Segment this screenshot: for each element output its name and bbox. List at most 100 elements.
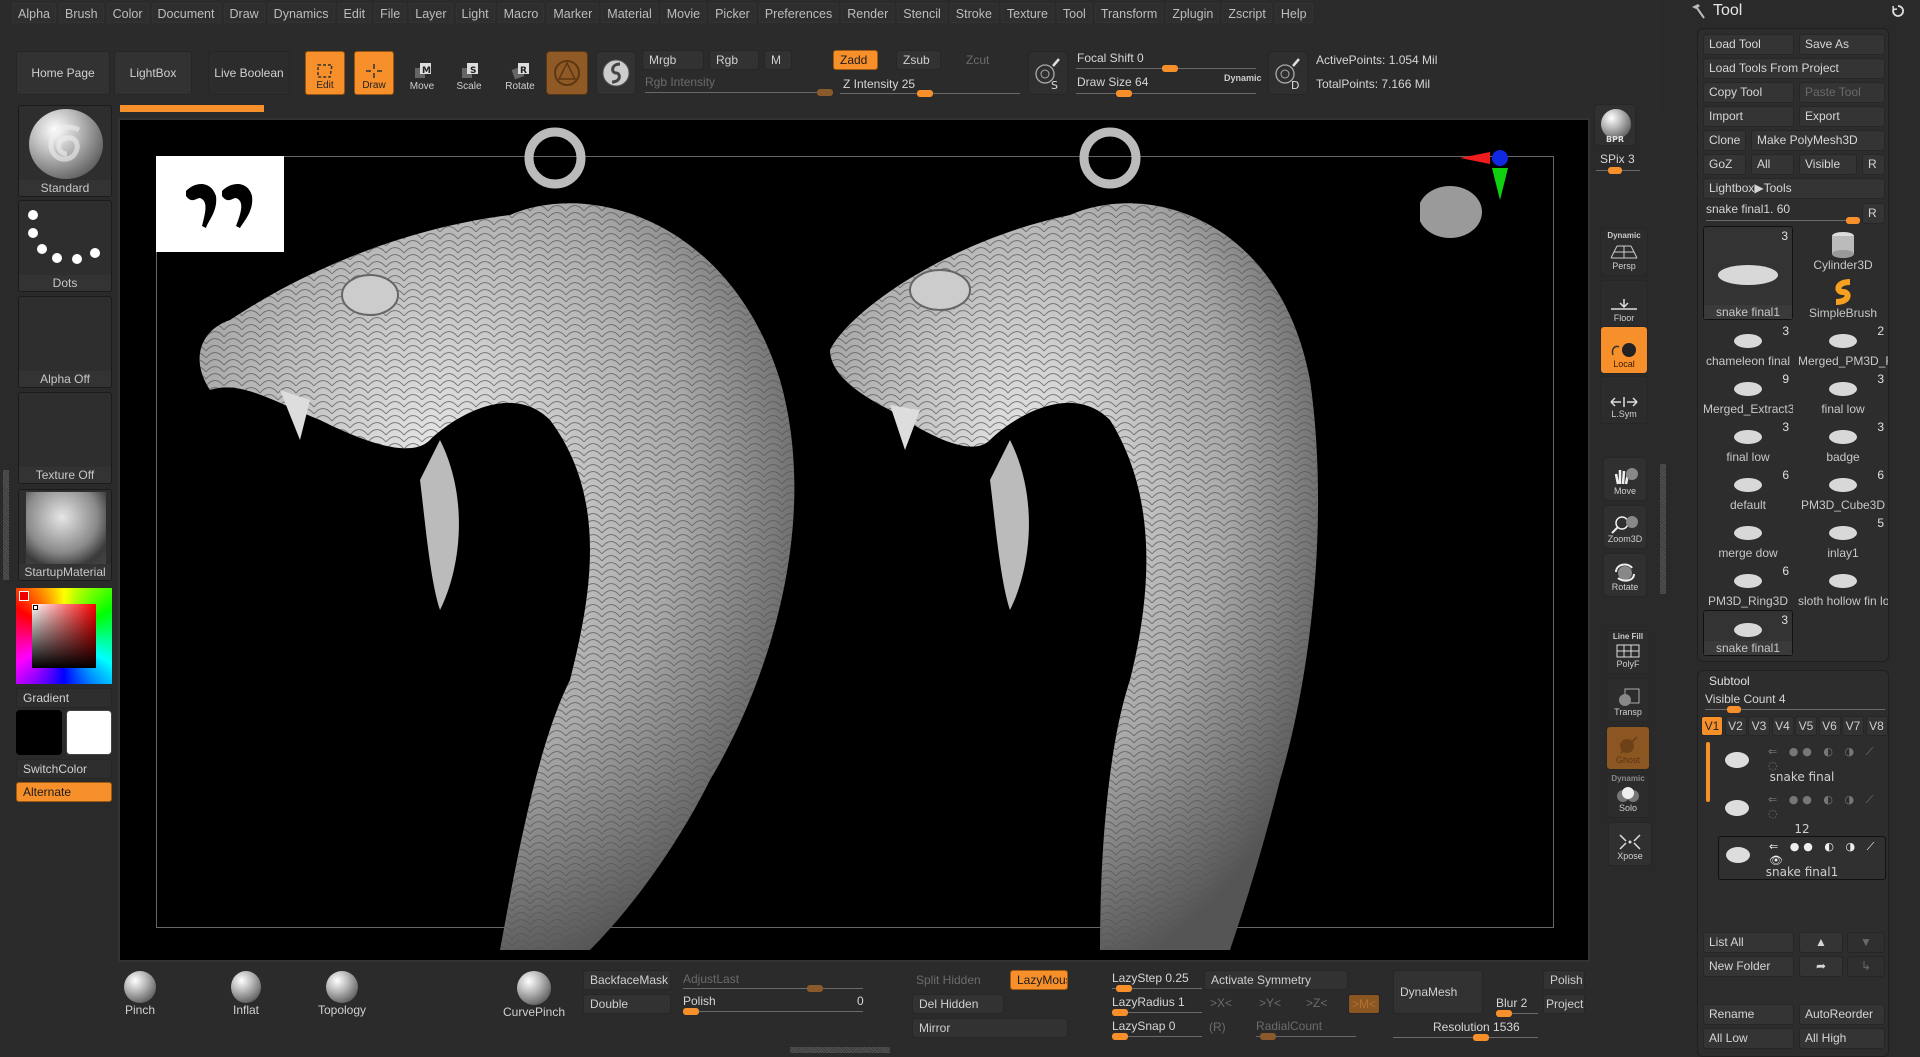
symmetry-z-button[interactable]: >Z< <box>1306 996 1327 1010</box>
visibility-tab-v6[interactable]: V6 <box>1818 716 1841 736</box>
tool-thumbnail[interactable]: 3 final low <box>1798 370 1888 416</box>
split-hidden-button[interactable]: Split Hidden <box>916 973 981 987</box>
menu-zscript[interactable]: Zscript <box>1222 3 1272 23</box>
brush-picker[interactable]: Standard <box>18 105 112 197</box>
menu-draw[interactable]: Draw <box>223 3 265 23</box>
lsym-button[interactable]: L.Sym <box>1600 376 1648 424</box>
menu-tool[interactable]: Tool <box>1056 3 1092 23</box>
subtool-title[interactable]: Subtool <box>1709 674 1750 688</box>
left-tray-handle[interactable] <box>3 470 9 580</box>
menu-transform[interactable]: Transform <box>1094 3 1164 23</box>
tool-thumbnail[interactable]: SimpleBrush <box>1798 274 1888 320</box>
subtool-item[interactable]: ⇐ ●● ◐ ◑ ⟋ ◌ 12 <box>1718 790 1886 836</box>
export-button[interactable]: Export <box>1799 106 1885 127</box>
import-button[interactable]: Import <box>1703 106 1794 127</box>
lazymouse-button[interactable]: LazyMouse <box>1010 970 1068 990</box>
subtool-scrollbar[interactable] <box>1706 742 1710 802</box>
dynamesh-button[interactable]: DynaMesh <box>1393 970 1483 1014</box>
all-high-button[interactable]: All High <box>1799 1028 1885 1049</box>
tool-thumbnail[interactable]: 3 snake final1 <box>1703 610 1793 656</box>
curvepinch-brush-button[interactable]: CurvePinch <box>494 971 574 1019</box>
tool-thumbnail[interactable]: 6 default <box>1703 466 1793 512</box>
menu-help[interactable]: Help <box>1274 3 1313 23</box>
make-polymesh3d-button[interactable]: Make PolyMesh3D <box>1751 130 1885 151</box>
lazysnap-slider[interactable] <box>1112 1033 1202 1040</box>
tool-thumbnail[interactable]: merge dow <box>1703 514 1793 560</box>
zsub-button[interactable]: Zsub <box>896 50 941 70</box>
resolution-slider[interactable] <box>1393 1034 1538 1041</box>
menu-edit[interactable]: Edit <box>337 3 372 23</box>
blur-slider[interactable] <box>1496 1010 1538 1017</box>
panel-reset-icon[interactable] <box>1891 4 1905 18</box>
move-mode-button[interactable]: M Move <box>402 51 442 95</box>
z-intensity-slider[interactable] <box>840 90 1020 97</box>
tool-thumbnail[interactable]: 9 Merged_Extract3 <box>1703 370 1793 416</box>
tool-thumbnail[interactable]: 3 chameleon final <box>1703 322 1793 368</box>
lightbox-button[interactable]: LightBox <box>114 51 192 95</box>
tool-thumbnail[interactable]: 6 PM3D_Cube3D <box>1798 466 1888 512</box>
activate-symmetry-button[interactable]: Activate Symmetry <box>1204 970 1348 990</box>
radial-count-slider[interactable] <box>1256 1033 1356 1040</box>
paste-tool-button[interactable]: Paste Tool <box>1799 82 1885 103</box>
texture-picker[interactable]: Texture Off <box>18 392 112 484</box>
menu-file[interactable]: File <box>374 3 407 23</box>
auto-reorder-button[interactable]: AutoReorder <box>1799 1004 1885 1025</box>
double-button[interactable]: Double <box>583 994 671 1014</box>
floor-button[interactable]: Floor <box>1600 280 1648 328</box>
live-boolean-button[interactable]: Live Boolean <box>208 51 290 95</box>
secondary-color-swatch[interactable] <box>66 710 112 755</box>
menu-brush[interactable]: Brush <box>58 3 104 23</box>
menu-alpha[interactable]: Alpha <box>12 3 56 23</box>
subtool-visibility-eye-icon[interactable]: ⇐ ●● ◐ ◑ ⟋ ◌ <box>1768 745 1886 772</box>
save-as-button[interactable]: Save As <box>1799 34 1885 55</box>
menu-marker[interactable]: Marker <box>547 3 599 23</box>
bpr-button[interactable]: BPR <box>1594 104 1636 146</box>
copy-tool-button[interactable]: Copy Tool <box>1703 82 1794 103</box>
subtool-visibility-eye-icon[interactable]: ⇐ ●● ◐ ◑ ⟋ ◌ <box>1768 793 1886 820</box>
load-tools-from-project-button[interactable]: Load Tools From Project <box>1703 58 1885 79</box>
material-picker[interactable]: StartupMaterial <box>18 489 112 581</box>
subtool-item[interactable]: ⇐ ●● ◐ ◑ ⟋ 👁 snake final1 <box>1718 836 1886 880</box>
visibility-tab-v2[interactable]: V2 <box>1724 716 1747 736</box>
m-button[interactable]: M <box>764 50 792 70</box>
radial-r-button[interactable]: (R) <box>1209 1020 1226 1034</box>
bottom-tray-handle[interactable] <box>790 1047 890 1053</box>
tool-thumbnail[interactable]: sloth hollow fin lo <box>1798 562 1888 608</box>
menu-stroke[interactable]: Stroke <box>949 3 998 23</box>
lazystep-slider[interactable] <box>1112 985 1202 992</box>
menu-texture[interactable]: Texture <box>1000 3 1054 23</box>
list-all-button[interactable]: List All <box>1703 932 1794 953</box>
tool-thumbnail[interactable]: Cylinder3D <box>1798 226 1888 272</box>
tool-thumbnail[interactable]: 2 Merged_PM3D_F <box>1798 322 1888 368</box>
dynamesh-project-button[interactable]: Project <box>1543 994 1585 1014</box>
draw-dynamic-d-button[interactable]: D <box>1268 51 1308 95</box>
goz-all-button[interactable]: All <box>1751 154 1794 175</box>
clone-button[interactable]: Clone <box>1703 130 1746 151</box>
menu-document[interactable]: Document <box>151 3 221 23</box>
visibility-tab-v4[interactable]: V4 <box>1771 716 1794 736</box>
solo-button[interactable]: Dynamic Solo <box>1606 774 1650 818</box>
draw-size-slider[interactable] <box>1076 90 1256 97</box>
visibility-tab-v3[interactable]: V3 <box>1748 716 1770 736</box>
symmetry-x-button[interactable]: >X< <box>1210 996 1232 1010</box>
mrgb-button[interactable]: Mrgb <box>642 50 704 70</box>
tool-thumbnail[interactable]: 6 PM3D_Ring3D <box>1703 562 1793 608</box>
goz-button[interactable]: GoZ <box>1703 154 1746 175</box>
tool-thumbnail[interactable]: 3 snake final1 <box>1703 226 1793 320</box>
draw-mode-button[interactable]: Draw <box>354 51 394 95</box>
menu-color[interactable]: Color <box>106 3 149 23</box>
xpose-button[interactable]: Xpose <box>1608 822 1652 866</box>
move-subtool-up-button[interactable]: ▲ <box>1799 932 1843 953</box>
edit-mode-button[interactable]: Edit <box>305 51 345 95</box>
visibility-tab-v8[interactable]: V8 <box>1865 716 1888 736</box>
inflat-brush-button[interactable]: Inflat <box>206 971 286 1019</box>
new-folder-button[interactable]: New Folder <box>1703 956 1794 977</box>
switch-color-button[interactable]: SwitchColor <box>16 759 112 779</box>
menu-render[interactable]: Render <box>841 3 895 23</box>
menu-dynamics[interactable]: Dynamics <box>267 3 335 23</box>
scale-mode-button[interactable]: S Scale <box>449 51 489 95</box>
right-tray-handle[interactable] <box>1660 464 1666 594</box>
goz-r-button[interactable]: R <box>1862 154 1885 175</box>
rgb-button[interactable]: Rgb <box>709 50 759 70</box>
color-picker[interactable] <box>16 588 112 684</box>
